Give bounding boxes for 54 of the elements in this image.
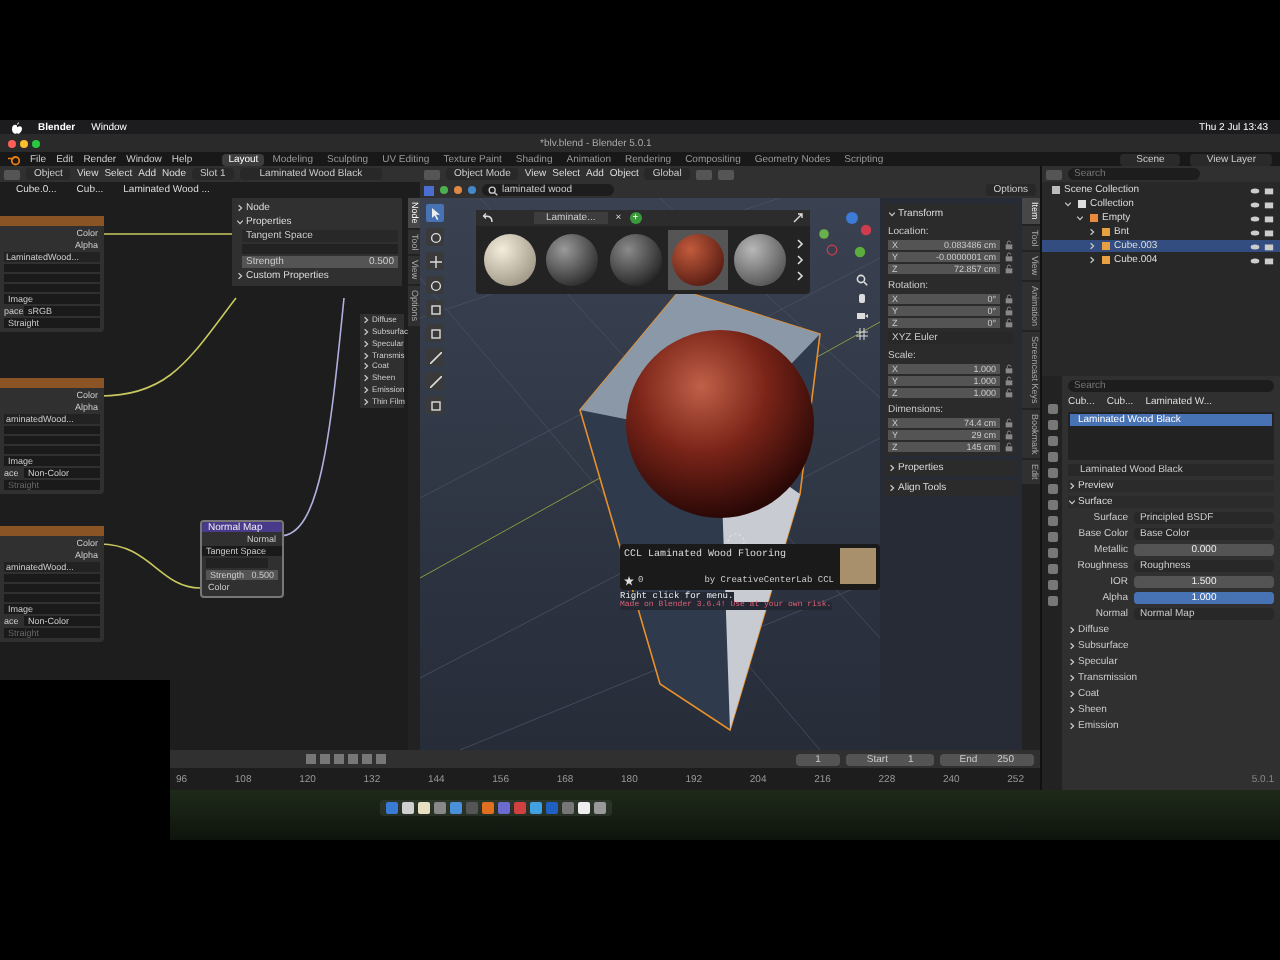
chevron-icon[interactable] (1088, 256, 1096, 265)
maximize-icon[interactable] (32, 139, 40, 148)
blender-logo-icon[interactable] (8, 153, 20, 166)
chevron-icon (888, 464, 896, 473)
photo-placeholder (840, 548, 876, 585)
lock-icon[interactable] (1004, 264, 1014, 275)
tool-button[interactable] (426, 252, 444, 271)
material-thumbnail[interactable] (605, 230, 665, 291)
apple-icon[interactable] (12, 121, 22, 134)
lock-icon[interactable] (1004, 306, 1014, 317)
tool-button[interactable] (426, 348, 444, 367)
chevron-icon[interactable] (1088, 242, 1096, 251)
material-thumbnail[interactable] (668, 230, 728, 291)
line-icon (429, 375, 441, 388)
tool-button[interactable] (426, 396, 444, 415)
tool-button[interactable] (426, 276, 444, 295)
pointer-icon (429, 207, 441, 220)
tool-button[interactable] (426, 204, 444, 223)
minimize-icon[interactable] (20, 139, 28, 148)
square-icon (429, 303, 441, 316)
circle-icon (429, 279, 441, 292)
tool-button[interactable] (426, 372, 444, 391)
lock-icon[interactable] (1004, 376, 1014, 387)
object-type-icon (1052, 186, 1060, 195)
chevron-icon[interactable] (1088, 228, 1096, 237)
grid-icon[interactable] (856, 328, 868, 341)
cross-icon (429, 255, 441, 268)
lock-icon[interactable] (1004, 294, 1014, 305)
uv-map-field[interactable] (206, 558, 268, 569)
lock-icon[interactable] (1004, 418, 1014, 429)
lock-icon[interactable] (1004, 318, 1014, 329)
circle-icon (429, 231, 441, 244)
expand-icon[interactable] (792, 212, 804, 225)
lock-icon[interactable] (1004, 388, 1014, 399)
star-icon (624, 576, 634, 587)
close-icon[interactable] (8, 139, 16, 148)
search-icon (488, 185, 498, 196)
square-icon (429, 327, 441, 340)
tool-button[interactable] (426, 228, 444, 247)
square-icon (429, 399, 441, 412)
zoom-icon[interactable] (856, 274, 868, 287)
lock-icon[interactable] (1004, 364, 1014, 375)
line-icon (429, 351, 441, 364)
undo-arrow-icon[interactable] (482, 212, 494, 225)
material-thumbnail[interactable] (480, 230, 539, 291)
select-box-icon[interactable] (424, 185, 434, 196)
node-link (99, 543, 201, 590)
lock-icon[interactable] (1004, 252, 1014, 263)
chevron-icon (888, 484, 896, 493)
lock-icon[interactable] (1004, 442, 1014, 453)
lock-icon[interactable] (1004, 430, 1014, 441)
uv-map-field[interactable] (242, 244, 398, 255)
material-thumbnail[interactable] (731, 230, 791, 291)
lock-icon[interactable] (1004, 240, 1014, 251)
